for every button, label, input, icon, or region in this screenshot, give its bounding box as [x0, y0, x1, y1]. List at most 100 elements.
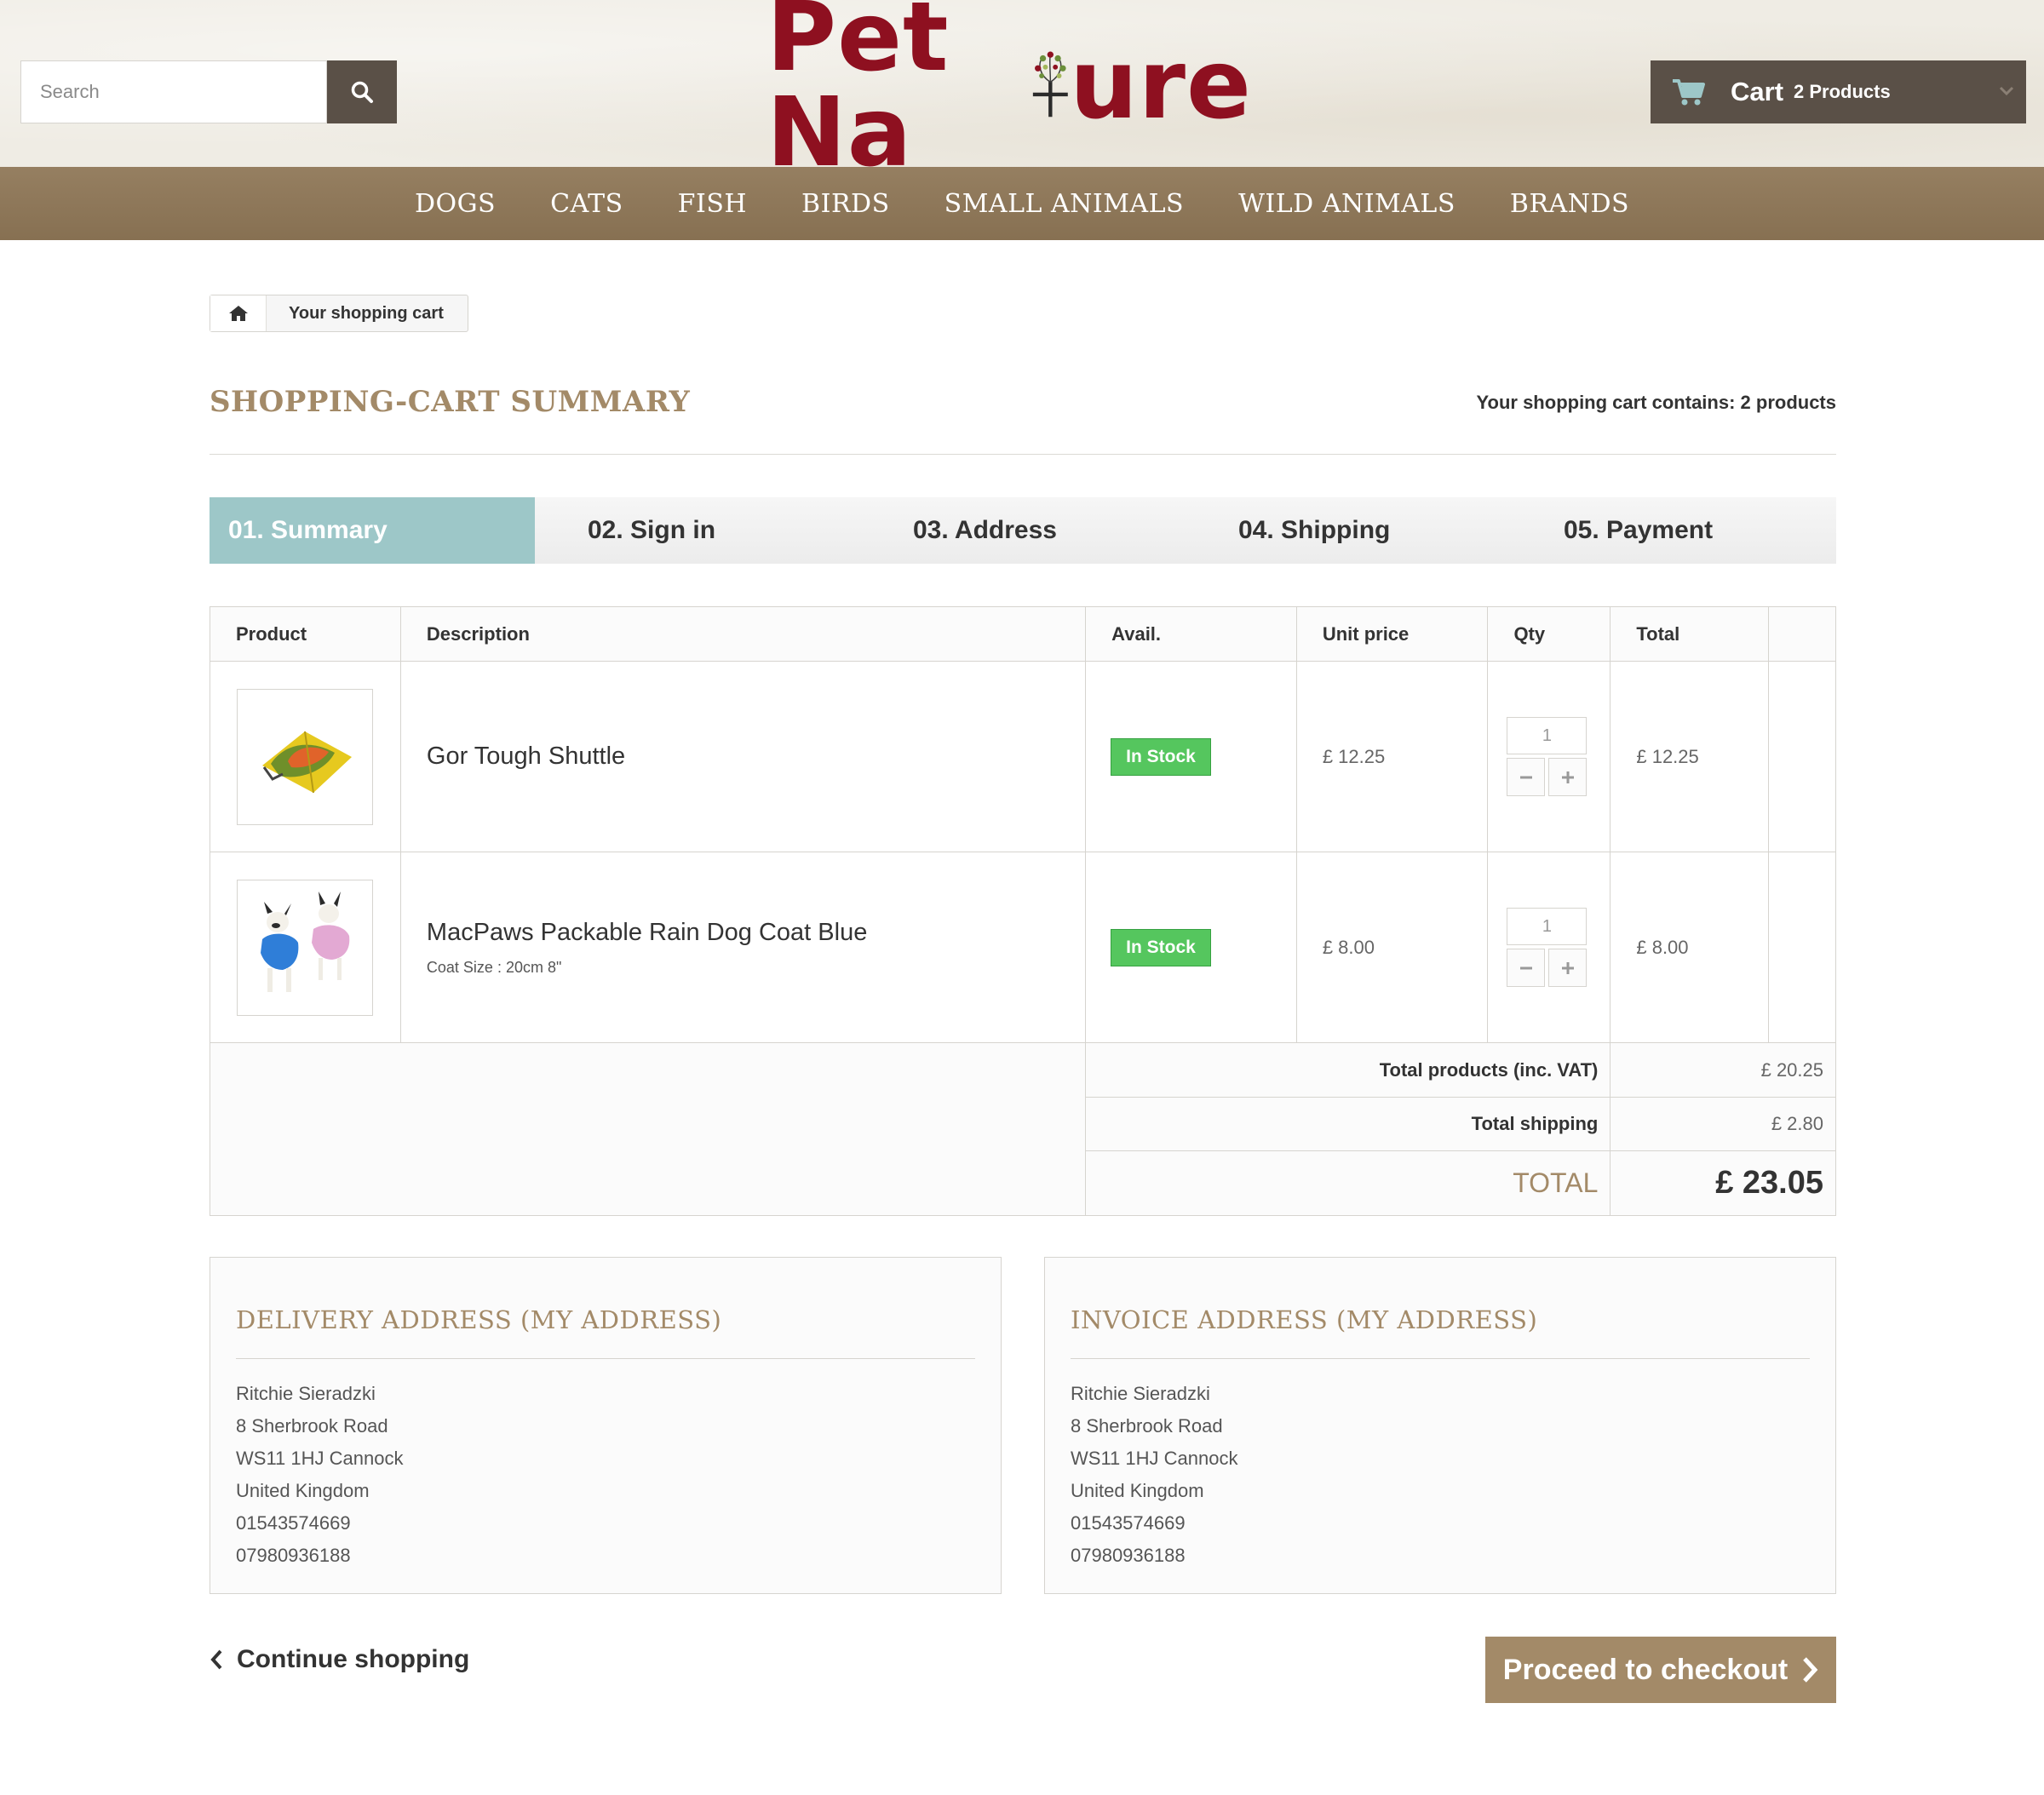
increase-qty-button[interactable]	[1548, 949, 1588, 987]
col-header-delete	[1768, 606, 1836, 662]
nav-item-birds[interactable]: BIRDS	[801, 189, 890, 219]
step-sign-in[interactable]: 02. Sign in	[535, 497, 860, 564]
product-image-cell	[210, 852, 401, 1043]
delivery-address-lines: Ritchie Sieradzki 8 Sherbrook Road WS11 …	[236, 1378, 975, 1572]
minus-icon	[1519, 966, 1532, 969]
delivery-address-title: DELIVERY ADDRESS (MY ADDRESS)	[236, 1305, 975, 1359]
grand-total-value-cell: £ 23.05	[1610, 1150, 1836, 1216]
status-badge: In Stock	[1111, 737, 1211, 776]
step-shipping[interactable]: 04. Shipping	[1186, 497, 1511, 564]
col-header-total: Total	[1610, 606, 1770, 662]
logo[interactable]: Pet Na ure	[766, 0, 1252, 181]
quantity-input[interactable]	[1507, 908, 1588, 945]
address-mobile: 07980936188	[1071, 1545, 1186, 1566]
invoice-address-box: INVOICE ADDRESS (MY ADDRESS) Ritchie Sie…	[1044, 1257, 1836, 1594]
page-title: SHOPPING-CART SUMMARY	[210, 385, 691, 419]
quantity-stepper	[1507, 949, 1610, 987]
continue-shopping-label: Continue shopping	[237, 1645, 470, 1673]
nav-item-dogs[interactable]: DOGS	[415, 189, 496, 219]
totals-spacer	[209, 1042, 1087, 1216]
cart-count: 2 Products	[1794, 81, 1891, 102]
unit-price: £ 12.25	[1295, 661, 1489, 852]
cart-summary-count: Your shopping cart contains: 2 products	[1476, 392, 1836, 413]
delivery-address-box: DELIVERY ADDRESS (MY ADDRESS) Ritchie Si…	[210, 1257, 1002, 1594]
address-street: 8 Sherbrook Road	[236, 1415, 388, 1437]
step-address[interactable]: 03. Address	[860, 497, 1186, 564]
minus-icon	[1519, 776, 1532, 778]
product-image[interactable]	[237, 879, 373, 1016]
table-row: Gor Tough Shuttle In Stock £ 12.25 £ 12.…	[210, 661, 1836, 852]
nav-item-cats[interactable]: CATS	[550, 189, 623, 219]
search-icon	[351, 81, 373, 103]
shuttle-toy-image	[262, 731, 352, 793]
product-description-cell: MacPaws Packable Rain Dog Coat Blue Coat…	[399, 852, 1087, 1043]
breadcrumb-home[interactable]	[210, 295, 267, 331]
tree-logo-icon	[1033, 51, 1069, 118]
col-header-unit-price: Unit price	[1295, 606, 1489, 662]
breadcrumb: Your shopping cart	[210, 295, 468, 332]
col-header-description: Description	[399, 606, 1087, 662]
chevron-left-icon	[210, 1649, 222, 1670]
plus-icon	[1561, 771, 1574, 783]
nav-item-fish[interactable]: FISH	[678, 189, 747, 219]
quantity-stepper	[1507, 758, 1610, 796]
grand-total-label-cell: TOTAL	[1085, 1150, 1611, 1216]
delete-cell	[1768, 661, 1836, 852]
proceed-to-checkout-button[interactable]: Proceed to checkout	[1485, 1637, 1836, 1703]
total-products-row: Total products (inc. VAT) £ 20.25	[209, 1042, 1836, 1216]
step-summary[interactable]: 01. Summary	[210, 497, 535, 564]
address-name: Ritchie Sieradzki	[1071, 1383, 1210, 1404]
address-phone: 01543574669	[1071, 1512, 1186, 1534]
cart-label: Cart	[1731, 77, 1784, 106]
address-street: 8 Sherbrook Road	[1071, 1415, 1223, 1437]
invoice-address-lines: Ritchie Sieradzki 8 Sherbrook Road WS11 …	[1071, 1378, 1810, 1572]
nav-item-brands[interactable]: BRANDS	[1510, 189, 1629, 219]
address-country: United Kingdom	[1071, 1480, 1204, 1501]
total-products-label: Total products (inc. VAT)	[1085, 1042, 1611, 1098]
nav-item-wild-animals[interactable]: WILD ANIMALS	[1238, 189, 1455, 219]
product-name[interactable]: Gor Tough Shuttle	[427, 743, 1085, 771]
col-header-product: Product	[210, 606, 401, 662]
decrease-qty-button[interactable]	[1507, 758, 1546, 796]
cart-icon	[1673, 79, 1705, 106]
total-products-value: £ 20.25	[1610, 1042, 1836, 1098]
address-phone: 01543574669	[236, 1512, 351, 1534]
invoice-address-title: INVOICE ADDRESS (MY ADDRESS)	[1071, 1305, 1810, 1359]
cart-table: Product Description Avail. Unit price Qt…	[209, 606, 1836, 1216]
nav-item-small-animals[interactable]: SMALL ANIMALS	[944, 189, 1184, 219]
address-name: Ritchie Sieradzki	[236, 1383, 376, 1404]
product-attribute: Coat Size : 20cm 8"	[426, 958, 562, 976]
continue-shopping-link[interactable]: Continue shopping	[210, 1645, 469, 1674]
checkout-label: Proceed to checkout	[1502, 1653, 1788, 1686]
main-navigation: DOGS CATS FISH BIRDS SMALL ANIMALS WILD …	[0, 167, 2044, 240]
product-image[interactable]	[237, 688, 373, 825]
decrease-qty-button[interactable]	[1507, 949, 1546, 987]
product-name[interactable]: MacPaws Packable Rain Dog Coat Blue	[427, 919, 1085, 947]
chevron-down-icon	[1999, 86, 2014, 96]
product-description-cell: Gor Tough Shuttle	[399, 661, 1087, 852]
breadcrumb-current: Your shopping cart	[289, 303, 444, 323]
address-postcode-city: WS11 1HJ Cannock	[236, 1448, 404, 1469]
unit-price: £ 8.00	[1295, 852, 1489, 1043]
col-header-avail: Avail.	[1085, 606, 1297, 662]
address-country: United Kingdom	[236, 1480, 370, 1501]
total-shipping-value: £ 2.80	[1610, 1097, 1836, 1151]
table-header-row: Product Description Avail. Unit price Qt…	[210, 606, 1836, 662]
search-button[interactable]	[327, 60, 397, 123]
quantity-input[interactable]	[1507, 717, 1588, 754]
step-payment[interactable]: 05. Payment	[1511, 497, 1836, 564]
chevron-right-icon	[1803, 1657, 1818, 1683]
cart-dropdown[interactable]: Cart 2 Products	[1651, 60, 2026, 123]
qty-cell	[1487, 661, 1611, 852]
logo-text-right: ure	[1070, 30, 1252, 141]
increase-qty-button[interactable]	[1548, 758, 1588, 796]
search-form	[20, 60, 397, 123]
address-mobile: 07980936188	[236, 1545, 351, 1566]
table-row: MacPaws Packable Rain Dog Coat Blue Coat…	[210, 852, 1836, 1043]
line-total: £ 12.25	[1610, 661, 1770, 852]
availability-cell: In Stock	[1085, 852, 1297, 1043]
divider	[210, 454, 1836, 455]
logo-text-left: Pet Na	[766, 0, 950, 188]
search-input[interactable]	[20, 60, 327, 123]
dog-coat-image	[261, 891, 350, 992]
